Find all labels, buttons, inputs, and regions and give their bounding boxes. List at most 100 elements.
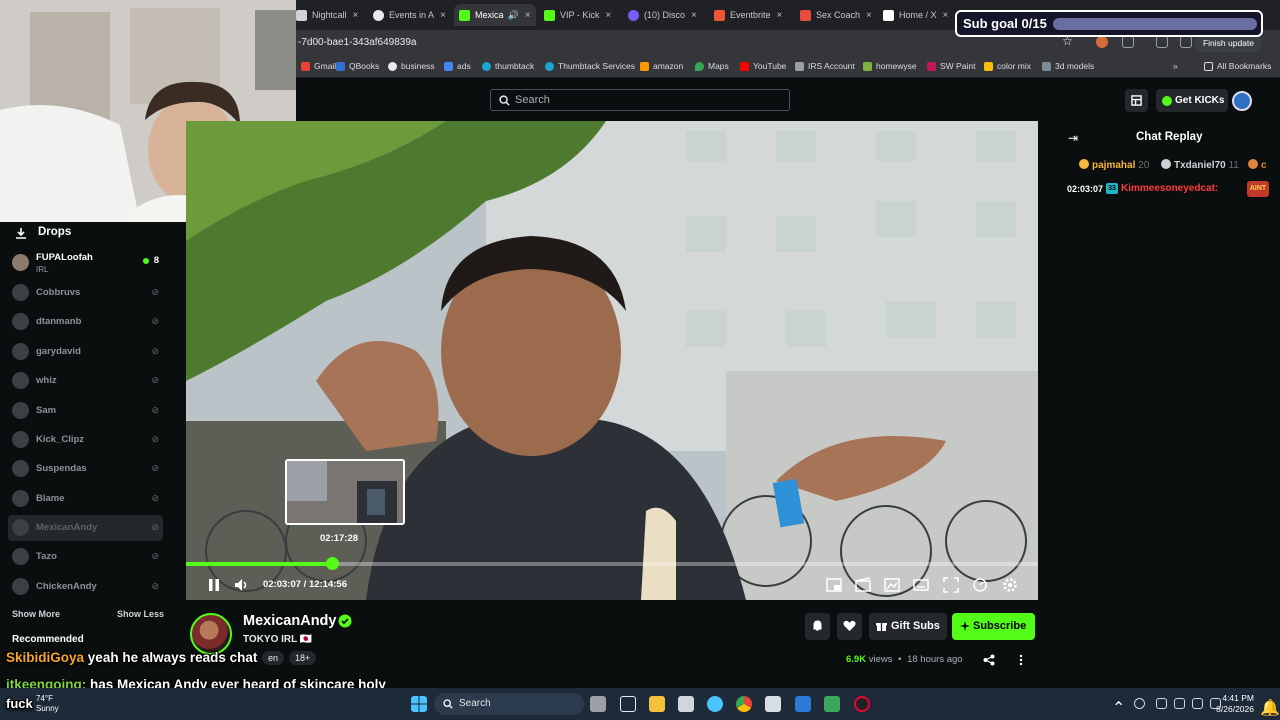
sidebar-channel[interactable]: Suspendas ⊘ [8, 456, 163, 482]
bookmark-item[interactable]: QBooks [336, 61, 379, 71]
sidebar-channel[interactable]: Kick_Clipz ⊘ [8, 427, 163, 453]
browser-tab[interactable]: Events in A × [373, 4, 451, 26]
subscribe-button[interactable]: Subscribe [952, 613, 1035, 640]
tab-close-icon[interactable]: × [605, 10, 611, 21]
settings-gear-icon[interactable] [1002, 577, 1018, 593]
calculator-app-icon[interactable] [765, 696, 781, 712]
sidebar-channel[interactable]: Sam ⊘ [8, 398, 163, 424]
tab-close-icon[interactable]: × [866, 10, 872, 21]
speaker-icon[interactable] [1192, 698, 1203, 709]
bookmark-item[interactable]: amazon [640, 61, 683, 71]
sidebar-channel[interactable]: garydavid ⊘ [8, 339, 163, 365]
streamer-avatar[interactable] [190, 613, 232, 655]
file-explorer-icon[interactable] [649, 696, 665, 712]
bookmark-item[interactable]: homewyse [863, 61, 917, 71]
notepad-icon[interactable] [620, 696, 636, 712]
bookmark-item[interactable]: Gmail [301, 61, 336, 71]
sidebar-channel[interactable]: Tazo ⊘ [8, 544, 163, 570]
browser-tab[interactable]: Nightcall × [296, 4, 368, 26]
playback-speed-icon[interactable] [972, 577, 988, 593]
bookmark-item[interactable]: color mix [984, 61, 1031, 71]
sidebar-channel[interactable]: Blame ⊘ [8, 486, 163, 512]
theater-mode-icon[interactable] [913, 577, 929, 593]
all-bookmarks-button[interactable]: All Bookmarks [1204, 61, 1271, 71]
sidebar-channel-featured[interactable]: FUPALoofah IRL 8 [8, 250, 163, 276]
gift-subs-button[interactable]: Gift Subs [869, 613, 947, 640]
wifi-icon[interactable] [1174, 698, 1185, 709]
bookmark-item[interactable]: business [388, 61, 435, 71]
volume-icon[interactable] [234, 577, 250, 593]
chat-username[interactable]: Kimmeesoneyedcat: [1121, 183, 1218, 194]
profile-icon[interactable] [1180, 36, 1192, 48]
browser-tab[interactable]: Eventbrite × [714, 4, 788, 26]
edge-icon[interactable] [707, 696, 723, 712]
stream-category[interactable]: TOKYO IRL 🇯🇵 [243, 634, 312, 645]
user-avatar[interactable] [1232, 91, 1252, 111]
bookmark-item[interactable]: YouTube [740, 61, 786, 71]
bookmark-item[interactable]: SW Paint [927, 61, 975, 71]
taskbar-search[interactable]: Search [434, 693, 584, 715]
microphone-icon[interactable] [1156, 698, 1167, 709]
mature-tag[interactable]: 18+ [289, 651, 317, 665]
tab-close-icon[interactable]: × [943, 10, 949, 21]
browser-tab[interactable]: Sex Coach × [800, 4, 874, 26]
tab-close-icon[interactable]: × [691, 10, 697, 21]
streamer-name[interactable]: MexicanAndy [243, 613, 336, 629]
browser-tab[interactable]: Home / X × [883, 4, 955, 26]
dashboard-button[interactable] [1125, 89, 1148, 112]
task-view-icon[interactable] [590, 696, 606, 712]
sidebar-channel[interactable]: ChickenAndy ⊘ [8, 574, 163, 600]
bookmarks-overflow-icon[interactable]: » [1173, 61, 1178, 71]
chrome-icon[interactable] [736, 696, 752, 712]
bookmark-item[interactable]: ads [444, 61, 471, 71]
bookmark-item[interactable]: Thumbtack Services [545, 61, 635, 71]
drops-link[interactable]: Drops [38, 226, 71, 238]
sidebar-channel[interactable]: dtanmanb ⊘ [8, 309, 163, 335]
sidebar-channel[interactable]: Cobbruvs ⊘ [8, 280, 163, 306]
media-controls-icon[interactable] [1156, 36, 1168, 48]
show-less-button[interactable]: Show Less [117, 609, 164, 619]
onedrive-icon[interactable] [1134, 698, 1145, 709]
bookmark-item[interactable]: IRS Account [795, 61, 855, 71]
fullscreen-icon[interactable] [943, 577, 959, 593]
notification-bell-icon[interactable]: 🔔 [1260, 698, 1280, 717]
extension-icon[interactable] [1096, 36, 1108, 48]
show-more-button[interactable]: Show More [12, 609, 60, 619]
clip-icon[interactable] [855, 577, 871, 593]
follow-button[interactable] [837, 613, 862, 640]
windows-start-icon[interactable] [411, 696, 427, 712]
tab-close-icon[interactable]: × [525, 10, 531, 21]
pause-icon[interactable] [206, 577, 222, 593]
bookmark-item[interactable]: 3d models [1042, 61, 1094, 71]
browser-tab[interactable]: (10) Disco × [628, 4, 702, 26]
search-input[interactable]: Search [490, 89, 790, 111]
share-icon[interactable] [983, 654, 995, 666]
tab-close-icon[interactable]: × [353, 10, 359, 21]
collapse-chat-icon[interactable]: ⇥ [1068, 131, 1078, 145]
tab-audio-icon[interactable]: 🔊 [508, 10, 519, 21]
browser-tab-active[interactable]: Mexica 🔊 × [454, 4, 536, 26]
tab-close-icon[interactable]: × [440, 10, 446, 21]
obs-icon[interactable] [854, 696, 870, 712]
sidebar-channel-selected[interactable]: MexicanAndy ⊘ [8, 515, 163, 541]
seek-bar-handle[interactable] [326, 557, 339, 570]
get-kicks-button[interactable]: Get KICKs [1156, 89, 1228, 112]
picture-in-picture-icon[interactable] [826, 577, 842, 593]
browser-tab[interactable]: VIP - Kick × [544, 4, 616, 26]
notifications-button[interactable] [805, 613, 830, 640]
show-hidden-icons-icon[interactable]: ⌃ [1112, 698, 1125, 717]
language-tag[interactable]: en [262, 651, 285, 665]
bookmark-item[interactable]: thumbtack [482, 61, 534, 71]
top-gifter[interactable]: c [1248, 159, 1267, 171]
tab-close-icon[interactable]: × [777, 10, 783, 21]
url-text[interactable]: -7d00-bae1-343af649839a [298, 37, 416, 48]
screenshot-icon[interactable] [884, 577, 900, 593]
calculator-icon[interactable] [678, 696, 694, 712]
app-icon[interactable] [824, 696, 840, 712]
photos-icon[interactable] [795, 696, 811, 712]
bookmark-item[interactable]: Maps [695, 61, 729, 71]
more-options-icon[interactable] [1017, 654, 1025, 666]
extensions-puzzle-icon[interactable] [1122, 36, 1134, 48]
top-gifter[interactable]: Txdaniel70 11 [1161, 159, 1239, 171]
sidebar-channel[interactable]: whiz ⊘ [8, 368, 163, 394]
